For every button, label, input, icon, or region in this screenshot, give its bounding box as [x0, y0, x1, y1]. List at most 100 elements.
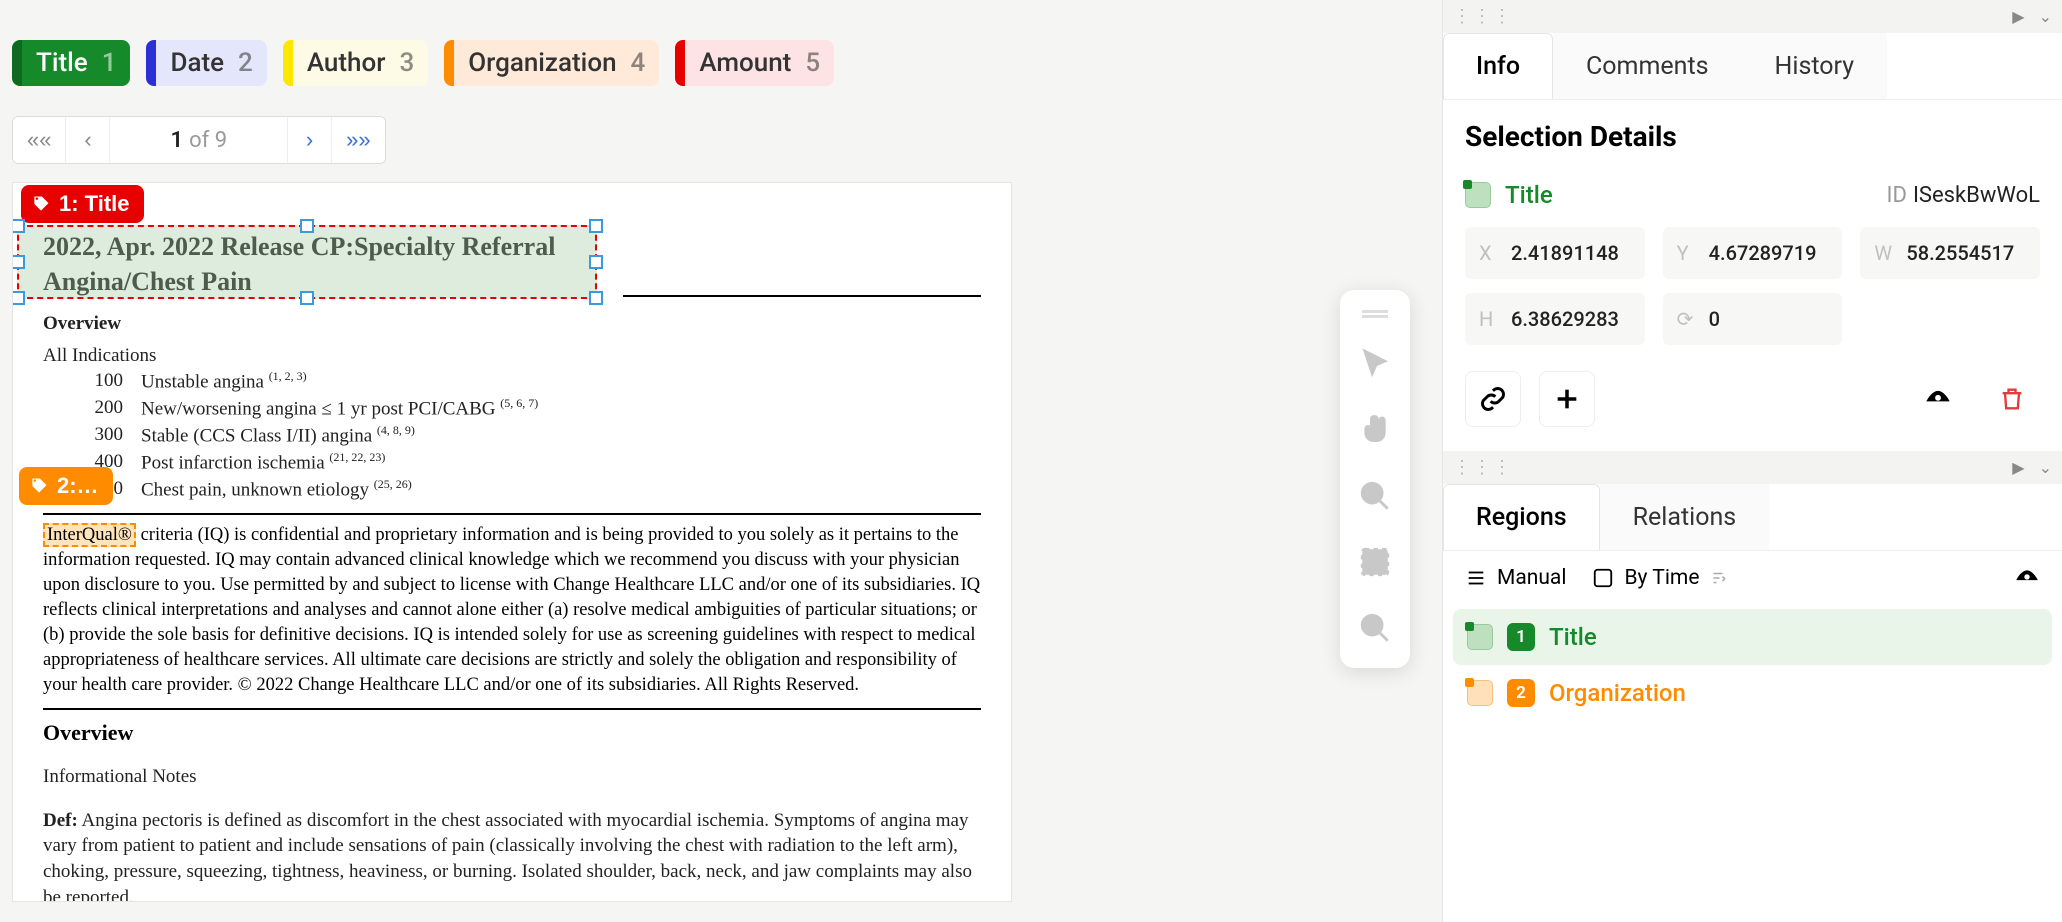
indication-row: 500Chest pain, unknown etiology (25, 26): [43, 476, 981, 503]
panel-header: ⋮⋮⋮ ▶ ⌄: [1443, 0, 2062, 33]
drag-handle-icon[interactable]: ⋮⋮⋮: [1453, 457, 1513, 478]
sort-by-time[interactable]: By Time: [1592, 566, 1727, 590]
coord-y: Y4.67289719: [1663, 227, 1843, 279]
divider: [43, 708, 981, 710]
vertical-toolbar: [1340, 290, 1410, 668]
pill-hotkey: 1: [102, 48, 117, 78]
regions-tabs: Regions Relations: [1443, 484, 2062, 551]
sort-manual[interactable]: Manual: [1465, 566, 1566, 590]
collapse-icon[interactable]: ⌄: [2039, 458, 2052, 477]
drag-handle-icon[interactable]: [1362, 310, 1388, 318]
pill-label: Author: [307, 48, 386, 78]
visibility-button[interactable]: [1910, 371, 1966, 427]
label-pill-date[interactable]: Date 2: [146, 40, 266, 86]
indication-row: 200New/worsening angina ≤ 1 yr post PCI/…: [43, 395, 981, 422]
label-pill-amount[interactable]: Amount 5: [675, 40, 834, 86]
label-pill-title[interactable]: Title 1: [12, 40, 130, 86]
selection-box-title[interactable]: [17, 225, 597, 299]
region-item-organization[interactable]: 2 Organization: [1453, 665, 2052, 721]
pager-prev[interactable]: ‹: [66, 117, 110, 163]
collapse-icon[interactable]: ⌄: [2039, 7, 2052, 26]
region-tag-text: 2:…: [57, 473, 99, 499]
selection-label-chip[interactable]: Title: [1465, 181, 1553, 209]
indication-row: 400Post infarction ischemia (21, 22, 23): [43, 449, 981, 476]
swatch-icon: [1467, 624, 1493, 650]
tab-info[interactable]: Info: [1443, 33, 1553, 99]
pill-hotkey: 4: [631, 48, 646, 78]
pill-label: Title: [36, 48, 88, 78]
divider: [623, 295, 981, 297]
informational-notes: Informational Notes: [43, 764, 981, 790]
label-pills: Title 1 Date 2 Author 3 Organization 4 A…: [12, 12, 1430, 86]
main-area: Title 1 Date 2 Author 3 Organization 4 A…: [0, 0, 1442, 922]
resize-handle[interactable]: [300, 219, 314, 233]
coord-grid: X2.41891148 Y4.67289719 W58.2554517 H6.3…: [1465, 227, 2040, 345]
region-label: Organization: [1549, 679, 1686, 707]
play-icon[interactable]: ▶: [2012, 458, 2024, 477]
delete-button[interactable]: [1984, 371, 2040, 427]
add-button[interactable]: [1539, 371, 1595, 427]
selection-label-text: Title: [1505, 181, 1553, 209]
tag-icon: [31, 194, 51, 214]
zoom-out-tool[interactable]: [1355, 608, 1395, 648]
resize-handle[interactable]: [300, 291, 314, 305]
pill-label: Organization: [468, 48, 616, 78]
selection-details: Selection Details Title IDISeskBwWoL X2.…: [1443, 100, 2062, 451]
tag-icon: [29, 476, 49, 496]
resize-handle[interactable]: [12, 219, 25, 233]
region-item-title[interactable]: 1 Title: [1453, 609, 2052, 665]
resize-handle[interactable]: [12, 291, 25, 305]
document-canvas[interactable]: 1: Title 2022, Apr. 2022 Release CP:Spec…: [12, 182, 1012, 902]
pager-last[interactable]: »»: [332, 117, 384, 163]
eye-icon: [2014, 565, 2040, 591]
pager-next[interactable]: ›: [288, 117, 332, 163]
heading-overview-2: Overview: [43, 720, 981, 746]
selection-details-title: Selection Details: [1465, 120, 2040, 153]
fit-tool[interactable]: [1355, 542, 1395, 582]
pill-hotkey: 3: [399, 48, 414, 78]
sort-icon: [1709, 569, 1727, 587]
current-page: 1: [170, 128, 183, 153]
panel-header: ⋮⋮⋮ ▶ ⌄: [1443, 451, 2062, 484]
coord-x: X2.41891148: [1465, 227, 1645, 279]
indication-row: 100Unstable angina (1, 2, 3): [43, 368, 981, 395]
heading-overview: Overview: [43, 311, 981, 337]
visibility-toggle[interactable]: [2014, 565, 2040, 591]
definition: Def: Angina pectoris is defined as disco…: [43, 808, 981, 902]
resize-handle[interactable]: [12, 255, 25, 269]
interqual-highlight[interactable]: InterQual®: [43, 523, 136, 547]
swatch-icon: [1467, 680, 1493, 706]
selection-id: IDISeskBwWoL: [1887, 183, 2040, 208]
resize-handle[interactable]: [589, 219, 603, 233]
tab-comments[interactable]: Comments: [1553, 33, 1742, 99]
coord-r: ⟳0: [1663, 293, 1843, 345]
tab-regions[interactable]: Regions: [1443, 484, 1600, 550]
label-pill-author[interactable]: Author 3: [283, 40, 428, 86]
pill-label: Amount: [699, 48, 791, 78]
clock-icon: [1592, 567, 1614, 589]
link-button[interactable]: [1465, 371, 1521, 427]
region-tag-1[interactable]: 1: Title: [21, 185, 144, 223]
action-row: [1465, 363, 2040, 431]
region-list: 1 Title 2 Organization: [1443, 605, 2062, 731]
pager: «« ‹ 1 of 9 › »»: [12, 116, 386, 164]
tab-relations[interactable]: Relations: [1600, 484, 1770, 550]
region-label: Title: [1549, 623, 1597, 651]
pager-first[interactable]: ««: [13, 117, 66, 163]
divider: [43, 513, 981, 515]
swatch-icon: [1465, 182, 1491, 208]
all-indications: All Indications: [43, 343, 981, 369]
pointer-tool[interactable]: [1355, 344, 1395, 384]
zoom-in-tool[interactable]: [1355, 476, 1395, 516]
region-tag-2[interactable]: 2:…: [19, 467, 113, 505]
drag-handle-icon[interactable]: ⋮⋮⋮: [1453, 6, 1513, 27]
resize-handle[interactable]: [589, 255, 603, 269]
resize-handle[interactable]: [589, 291, 603, 305]
doc-body: Overview All Indications 100Unstable ang…: [43, 311, 981, 503]
play-icon[interactable]: ▶: [2012, 7, 2024, 26]
tab-history[interactable]: History: [1742, 33, 1888, 99]
region-index: 1: [1507, 623, 1535, 651]
pan-tool[interactable]: [1355, 410, 1395, 450]
pill-label: Date: [170, 48, 224, 78]
label-pill-organization[interactable]: Organization 4: [444, 40, 659, 86]
